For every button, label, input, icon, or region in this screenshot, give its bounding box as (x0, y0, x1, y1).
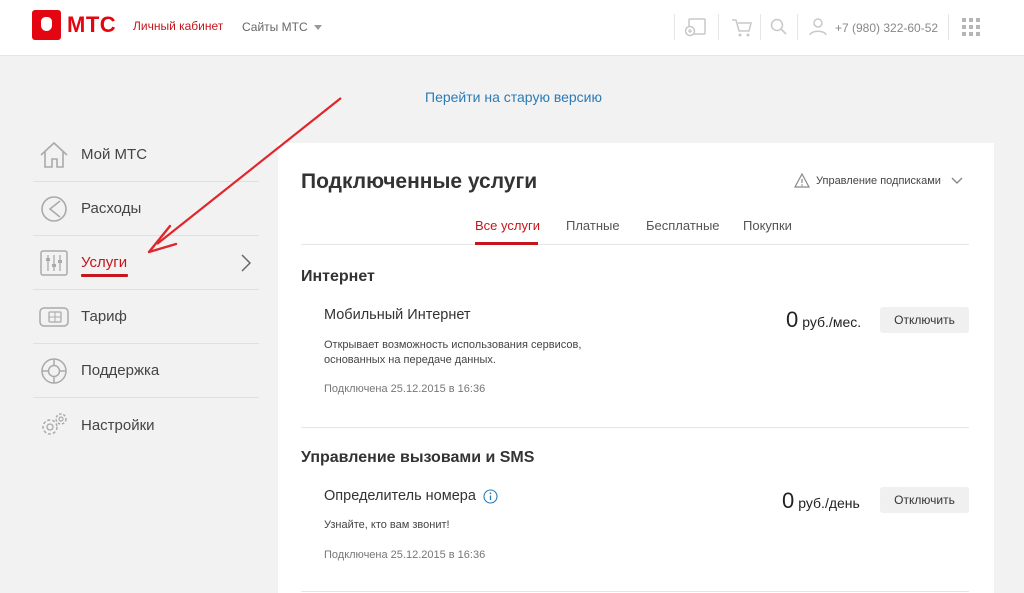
price-unit: руб./мес. (802, 314, 862, 330)
apps-grid-icon[interactable] (959, 16, 983, 38)
user-icon[interactable] (806, 16, 830, 38)
warning-icon (794, 173, 810, 188)
price-value: 0 (786, 307, 799, 332)
tab-all-services[interactable]: Все услуги (475, 218, 540, 233)
info-icon[interactable] (483, 488, 498, 504)
cart-icon[interactable] (730, 16, 754, 38)
tab-purchases[interactable]: Покупки (743, 218, 792, 233)
chevron-down-icon (951, 177, 963, 184)
logo-text: МТС (67, 12, 117, 37)
service-tabs: Все услуги Платные Бесплатные Покупки (301, 205, 969, 245)
service-description: Открывает возможность использования серв… (324, 339, 582, 366)
header-divider (674, 14, 675, 40)
sites-label: Сайты МТС (242, 20, 308, 34)
service-name-text: Мобильный Интернет (324, 307, 471, 323)
phone-number[interactable]: +7 (980) 322-60-52 (835, 21, 938, 35)
sidebar-item-settings[interactable]: Настройки (33, 398, 259, 452)
sidebar-item-label: Настройки (81, 416, 155, 434)
service-description: Узнайте, кто вам звонит! (324, 519, 450, 531)
lifebuoy-icon (37, 356, 71, 386)
home-icon (37, 140, 71, 170)
search-icon[interactable] (767, 16, 791, 38)
price-unit: руб./день (798, 495, 860, 511)
active-tab-indicator (475, 242, 538, 245)
section-title: Управление вызовами и SMS (301, 449, 535, 466)
sliders-icon (37, 248, 71, 278)
device-icon[interactable] (684, 16, 708, 38)
active-indicator (81, 274, 128, 277)
header-divider (797, 14, 798, 40)
sidebar-item-label: Мой МТС (81, 146, 148, 163)
page-title: Подключенные услуги (301, 170, 538, 193)
header-divider (718, 14, 719, 40)
sidebar-item-expenses[interactable]: Расходы (33, 182, 259, 236)
chevron-down-icon (313, 24, 322, 30)
header-divider (760, 14, 761, 40)
mts-logo[interactable]: МТС (32, 10, 116, 40)
service-price: 0 руб./мес. (786, 307, 861, 333)
service-connected-date: Подключена 25.12.2015 в 16:36 (324, 383, 486, 395)
sites-dropdown[interactable]: Сайты МТС (242, 20, 322, 34)
manage-subscriptions-label: Управление подписками (816, 174, 941, 187)
pie-chart-icon (37, 194, 71, 224)
chevron-right-icon (241, 254, 251, 272)
section-divider (301, 427, 969, 428)
sidebar-item-label: Тариф (81, 308, 127, 325)
service-name: Мобильный Интернет (324, 307, 471, 323)
header-divider (948, 14, 949, 40)
sidebar-item-label: Расходы (81, 200, 142, 217)
service-price: 0 руб./день (782, 488, 860, 514)
section-divider (301, 591, 969, 592)
disable-service-button[interactable]: Отключить (880, 307, 969, 333)
tab-free[interactable]: Бесплатные (646, 218, 720, 233)
sidebar: Мой МТС Расходы Услуги Тариф Поддержка Н… (33, 128, 259, 452)
sidebar-item-label: Услуги (81, 254, 128, 271)
service-name-text: Определитель номера (324, 488, 476, 504)
service-name: Определитель номера (324, 488, 498, 504)
header: МТС Личный кабинет Сайты МТС +7 (980) 32… (0, 0, 1024, 56)
manage-subscriptions-dropdown[interactable]: Управление подписками (794, 173, 963, 188)
gears-icon (37, 410, 71, 440)
personal-cabinet-link[interactable]: Личный кабинет (133, 19, 223, 33)
tab-paid[interactable]: Платные (566, 218, 620, 233)
mts-logo-mark (32, 10, 61, 40)
sidebar-item-services[interactable]: Услуги (33, 236, 259, 290)
sidebar-item-label: Поддержка (81, 362, 160, 379)
sim-card-icon (37, 302, 71, 332)
section-title: Интернет (301, 268, 375, 285)
disable-service-button[interactable]: Отключить (880, 487, 969, 513)
service-connected-date: Подключена 25.12.2015 в 16:36 (324, 549, 486, 561)
sidebar-item-tariff[interactable]: Тариф (33, 290, 259, 344)
price-value: 0 (782, 488, 795, 513)
sidebar-item-my-mts[interactable]: Мой МТС (33, 128, 259, 182)
old-version-link[interactable]: Перейти на старую версию (425, 89, 602, 105)
sidebar-item-support[interactable]: Поддержка (33, 344, 259, 398)
services-panel: Подключенные услуги Управление подпискам… (278, 143, 994, 593)
